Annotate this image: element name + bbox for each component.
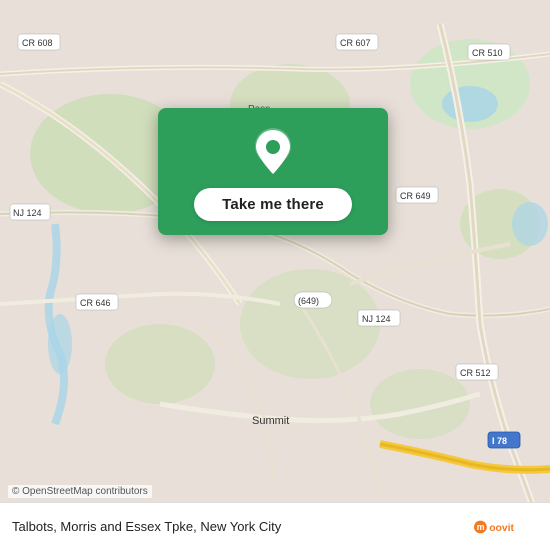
svg-text:CR 646: CR 646	[80, 298, 111, 308]
svg-text:CR 607: CR 607	[340, 38, 371, 48]
take-me-there-button[interactable]: Take me there	[194, 188, 352, 221]
svg-text:(649): (649)	[298, 296, 319, 306]
location-text: Talbots, Morris and Essex Tpke, New York…	[12, 519, 474, 534]
svg-text:NJ 124: NJ 124	[13, 208, 42, 218]
svg-text:Summit: Summit	[252, 415, 289, 427]
map-pin-icon	[247, 126, 299, 178]
map-svg: CR 608 NJ 124 CR 60 CR 646 CR 607 CR 510…	[0, 0, 550, 550]
bottom-bar: Talbots, Morris and Essex Tpke, New York…	[0, 502, 550, 550]
svg-text:NJ 124: NJ 124	[362, 314, 391, 324]
svg-text:CR 510: CR 510	[472, 48, 503, 58]
svg-text:CR 512: CR 512	[460, 368, 491, 378]
svg-text:CR 649: CR 649	[400, 191, 431, 201]
moovit-logo-svg: m oovit	[474, 513, 538, 541]
svg-text:m: m	[477, 522, 485, 532]
map-container: CR 608 NJ 124 CR 60 CR 646 CR 607 CR 510…	[0, 0, 550, 550]
svg-text:I 78: I 78	[492, 436, 507, 446]
moovit-logo: m oovit	[474, 513, 538, 541]
svg-text:CR 608: CR 608	[22, 38, 53, 48]
location-card: Take me there	[158, 108, 388, 235]
osm-credit: © OpenStreetMap contributors	[8, 485, 152, 498]
svg-text:oovit: oovit	[489, 523, 514, 534]
